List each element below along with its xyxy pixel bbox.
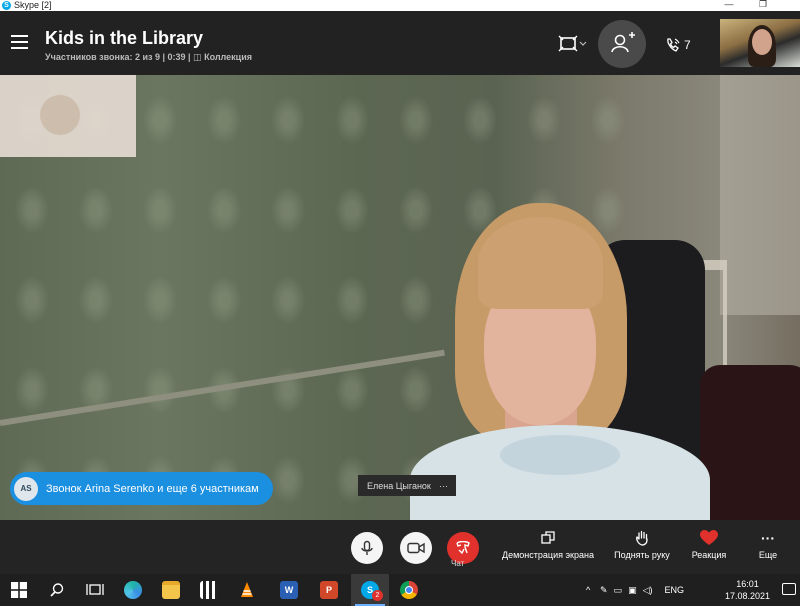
taskbar-chrome[interactable] (390, 574, 428, 606)
camera-icon (407, 542, 425, 554)
search-button[interactable] (38, 574, 76, 606)
taskbar-video-editor[interactable] (190, 574, 228, 606)
clapperboard-icon (200, 581, 218, 599)
speaker-name: Елена Цыганок (367, 480, 431, 491)
windows-logo-icon (11, 582, 27, 598)
taskbar-file-explorer[interactable] (152, 574, 190, 606)
participants-status: Участников звонка: 2 из 9 | 0:39 | (45, 52, 191, 62)
vlc-cone-icon (241, 582, 253, 597)
skype-badge: 2 (372, 590, 383, 601)
call-participants-icon (667, 38, 680, 52)
screen-icon[interactable]: ▣ (628, 585, 637, 596)
video-door (720, 75, 800, 315)
caller-avatar: AS (14, 476, 38, 501)
collection-link[interactable]: Коллекция (204, 52, 252, 62)
word-icon: W (280, 581, 298, 599)
speaker-more-button[interactable]: ··· (439, 481, 448, 491)
video-poster (0, 75, 136, 157)
layout-button[interactable] (558, 35, 588, 53)
microphone-icon (361, 540, 373, 555)
tray-icons: ✎ ▭ ▣ ◁) ENG (600, 574, 684, 606)
remote-video: AS Звонок Arina Serenko и еще 6 участник… (0, 75, 800, 520)
share-screen-button[interactable]: Демонстрация экрана (497, 528, 599, 560)
raise-hand-icon (636, 530, 648, 546)
share-screen-label: Демонстрация экрана (502, 550, 594, 560)
video-armchair (700, 365, 800, 520)
clock-date: 17.08.2021 (724, 591, 771, 601)
taskbar-skype[interactable]: S 2 (351, 574, 389, 606)
window-title: Skype [2] (14, 0, 52, 10)
menu-icon[interactable] (11, 35, 28, 49)
hang-up-icon (456, 541, 470, 555)
raise-hand-button[interactable]: Поднять руку (610, 528, 674, 560)
call-header: Kids in the Library Участников звонка: 2… (0, 11, 800, 75)
call-notification-text: Звонок Arina Serenko и еще 6 участникам (46, 482, 259, 495)
network-icon[interactable]: ▭ (614, 585, 623, 596)
maximize-button[interactable]: ❐ (748, 0, 778, 11)
folder-icon (162, 581, 180, 599)
taskbar-edge[interactable] (114, 574, 152, 606)
participant-count: 7 (684, 38, 691, 52)
task-view-button[interactable] (76, 574, 114, 606)
powerpoint-icon: P (320, 581, 338, 599)
taskbar-vlc[interactable] (228, 574, 266, 606)
notification-center-icon[interactable] (782, 583, 796, 595)
clock-time: 16:01 (736, 579, 759, 589)
reaction-button[interactable]: Реакция (686, 528, 732, 560)
language-indicator[interactable]: ENG (665, 585, 685, 595)
share-screen-icon (541, 531, 555, 544)
minimize-button[interactable]: — (714, 0, 744, 11)
chrome-icon (400, 581, 418, 599)
layout-icon (558, 35, 587, 52)
speaker-name-tag[interactable]: Елена Цыганок ··· (358, 475, 456, 496)
more-label: Еще (758, 550, 778, 560)
speaker-bangs (478, 217, 603, 309)
edge-icon (124, 581, 142, 599)
raise-hand-label: Поднять руку (614, 550, 670, 560)
self-video-preview[interactable] (720, 19, 800, 67)
skype-logo-icon: S (2, 1, 11, 10)
collection-icon: ◫ (193, 52, 202, 62)
call-notification[interactable]: AS Звонок Arina Serenko и еще 6 участник… (10, 472, 273, 505)
add-participant-button[interactable] (598, 20, 646, 68)
windows-taskbar: W P S 2 ^ ✎ ▭ ▣ ◁) ENG 16:01 17.08.2021 (0, 574, 800, 606)
reaction-label: Реакция (691, 550, 727, 560)
add-person-icon (611, 32, 635, 53)
call-title: Kids in the Library (45, 28, 204, 48)
more-icon: ··· (761, 530, 775, 546)
start-button[interactable] (0, 574, 38, 606)
pen-icon[interactable]: ✎ (600, 585, 608, 596)
volume-icon[interactable]: ◁) (643, 585, 653, 596)
video-button[interactable] (400, 532, 432, 564)
call-toolbar: Чат Демонстрация экрана Поднять руку Реа… (0, 520, 800, 574)
mute-button[interactable] (351, 532, 383, 564)
heart-icon (700, 530, 718, 545)
call-status: Участников звонка: 2 из 9 | 0:39 | ◫ Кол… (45, 52, 252, 63)
taskbar-word[interactable]: W (270, 574, 308, 606)
tray-overflow-button[interactable]: ^ (586, 574, 590, 606)
chat-button-label[interactable]: Чат (451, 559, 464, 568)
taskbar-powerpoint[interactable]: P (310, 574, 348, 606)
search-icon (50, 583, 64, 597)
more-button[interactable]: ··· Еще (750, 528, 786, 560)
participants-button[interactable]: 7 (665, 36, 699, 54)
task-view-icon (86, 584, 104, 595)
window-titlebar: S Skype [2] — ❐ (0, 0, 800, 11)
system-clock[interactable]: 16:01 17.08.2021 (720, 578, 775, 602)
